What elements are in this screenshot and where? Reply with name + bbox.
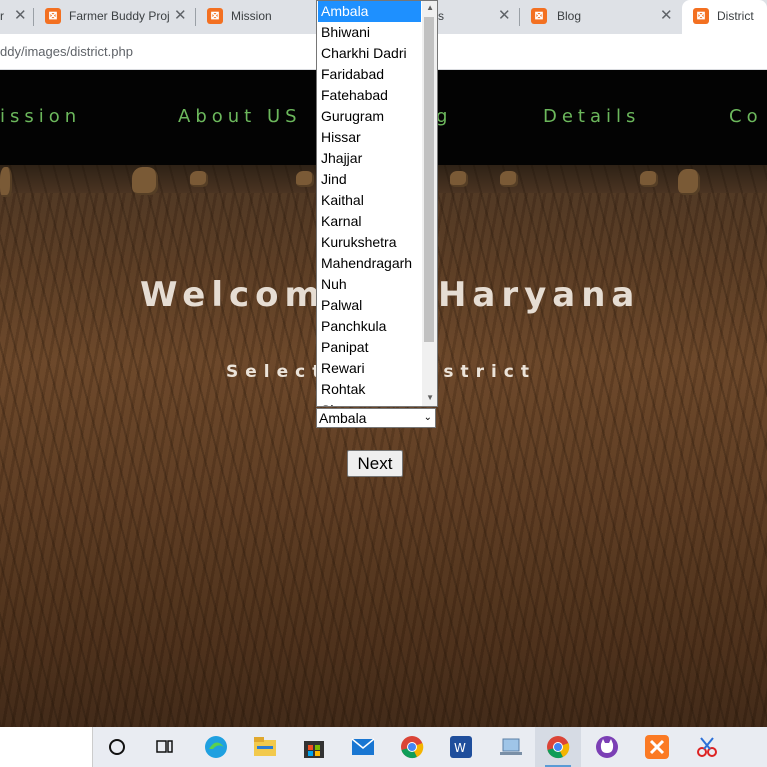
close-icon[interactable]: ✕ — [14, 0, 27, 32]
dropdown-option[interactable]: Palwal — [318, 295, 421, 316]
task-view-icon[interactable] — [142, 727, 188, 767]
xampp-favicon-icon: ⊠ — [531, 8, 547, 24]
dropdown-option[interactable]: Rohtak — [318, 379, 421, 400]
laptop-icon[interactable] — [488, 727, 534, 767]
dropdown-option[interactable]: Karnal — [318, 211, 421, 232]
district-select[interactable]: Ambala ⌄ — [316, 408, 436, 428]
dropdown-option[interactable]: Fatehabad — [318, 85, 421, 106]
svg-text:W: W — [454, 741, 466, 755]
xampp-favicon-icon: ⊠ — [207, 8, 223, 24]
select-right: strict — [443, 362, 537, 382]
tab-blog[interactable]: ⊠ Blog ✕ — [520, 0, 682, 34]
district-select-value: Ambala — [319, 410, 367, 426]
dropdown-option[interactable]: Ambala — [318, 1, 421, 22]
dropdown-option[interactable]: Si — [318, 400, 421, 406]
hay-bale-image — [0, 167, 12, 197]
dropdown-option[interactable]: Panipat — [318, 337, 421, 358]
xampp-icon[interactable] — [634, 727, 680, 767]
dropdown-option[interactable]: Kurukshetra — [318, 232, 421, 253]
address-bar[interactable]: ddy/images/district.php — [0, 40, 133, 64]
dropdown-option[interactable]: Jind — [318, 169, 421, 190]
nav-link-mission[interactable]: ission — [0, 106, 81, 127]
welcome-left: Welcom — [140, 275, 326, 315]
dropdown-option[interactable]: Nuh — [318, 274, 421, 295]
hay-bale-image — [678, 169, 700, 195]
hay-bale-image — [296, 171, 314, 187]
chrome-active-icon[interactable] — [535, 727, 581, 767]
edge-icon[interactable] — [193, 727, 239, 767]
welcome-right: Haryana — [437, 275, 641, 315]
dropdown-option[interactable]: Faridabad — [318, 64, 421, 85]
snip-icon[interactable] — [684, 727, 730, 767]
dropdown-scrollbar[interactable]: ▲ ▼ — [422, 1, 437, 406]
hay-bale-image — [132, 167, 158, 195]
chrome-icon[interactable] — [389, 727, 435, 767]
tab-farmer-buddy[interactable]: ⊠ Farmer Buddy Proj ✕ — [34, 0, 196, 34]
mail-icon[interactable] — [340, 727, 386, 767]
tab-title: Blog — [557, 9, 582, 23]
scroll-down-icon[interactable]: ▼ — [426, 393, 434, 402]
nav-link-about-us[interactable]: About US — [178, 106, 302, 127]
hay-bale-image — [500, 171, 518, 187]
file-explorer-icon[interactable] — [242, 727, 288, 767]
tab-mission[interactable]: ⊠ Mission — [196, 0, 316, 34]
dropdown-option[interactable]: Rewari — [318, 358, 421, 379]
tab-partial-left[interactable]: r ✕ — [0, 0, 34, 34]
chevron-down-icon: ⌄ — [423, 412, 432, 423]
tab-title: Farmer Buddy Proj — [69, 9, 169, 23]
tab-title: r — [0, 9, 4, 23]
tab-district[interactable]: ⊠ District — [682, 0, 767, 34]
dropdown-option[interactable]: Hissar — [318, 127, 421, 148]
dropdown-option[interactable]: Mahendragarh — [318, 253, 421, 274]
close-icon[interactable]: ✕ — [174, 0, 187, 32]
xampp-favicon-icon: ⊠ — [693, 8, 709, 24]
next-button[interactable]: Next — [347, 450, 403, 477]
dropdown-option[interactable]: Panchkula — [318, 316, 421, 337]
app-w-icon[interactable]: W — [438, 727, 484, 767]
nav-link-contact[interactable]: Co — [729, 106, 763, 127]
tab-partial[interactable]: s ✕ — [438, 0, 520, 34]
dropdown-option[interactable]: Gurugram — [318, 106, 421, 127]
nav-link-blog[interactable]: g — [436, 106, 452, 127]
district-dropdown-list[interactable]: Ambala Bhiwani Charkhi Dadri Faridabad F… — [316, 0, 438, 407]
hay-bale-image — [190, 171, 208, 187]
windows-taskbar: W — [0, 727, 767, 767]
cortana-icon[interactable] — [94, 727, 140, 767]
close-icon[interactable]: ✕ — [660, 0, 673, 32]
tab-title: s — [438, 9, 444, 23]
hay-bale-image — [450, 171, 468, 187]
close-icon[interactable]: ✕ — [498, 0, 511, 32]
scrollbar-thumb[interactable] — [424, 17, 434, 342]
cat-app-icon[interactable] — [584, 727, 630, 767]
scroll-up-icon[interactable]: ▲ — [426, 3, 434, 12]
taskbar-search-box[interactable] — [0, 727, 93, 767]
xampp-favicon-icon: ⊠ — [45, 8, 61, 24]
tab-title: District — [717, 9, 754, 23]
dropdown-option[interactable]: Jhajjar — [318, 148, 421, 169]
nav-link-details[interactable]: Details — [543, 106, 640, 127]
hay-bale-image — [640, 171, 658, 187]
dropdown-option[interactable]: Charkhi Dadri — [318, 43, 421, 64]
dropdown-option[interactable]: Bhiwani — [318, 22, 421, 43]
select-left: Select — [226, 362, 328, 382]
store-icon[interactable] — [291, 727, 337, 767]
dropdown-option[interactable]: Kaithal — [318, 190, 421, 211]
tab-title: Mission — [231, 9, 272, 23]
